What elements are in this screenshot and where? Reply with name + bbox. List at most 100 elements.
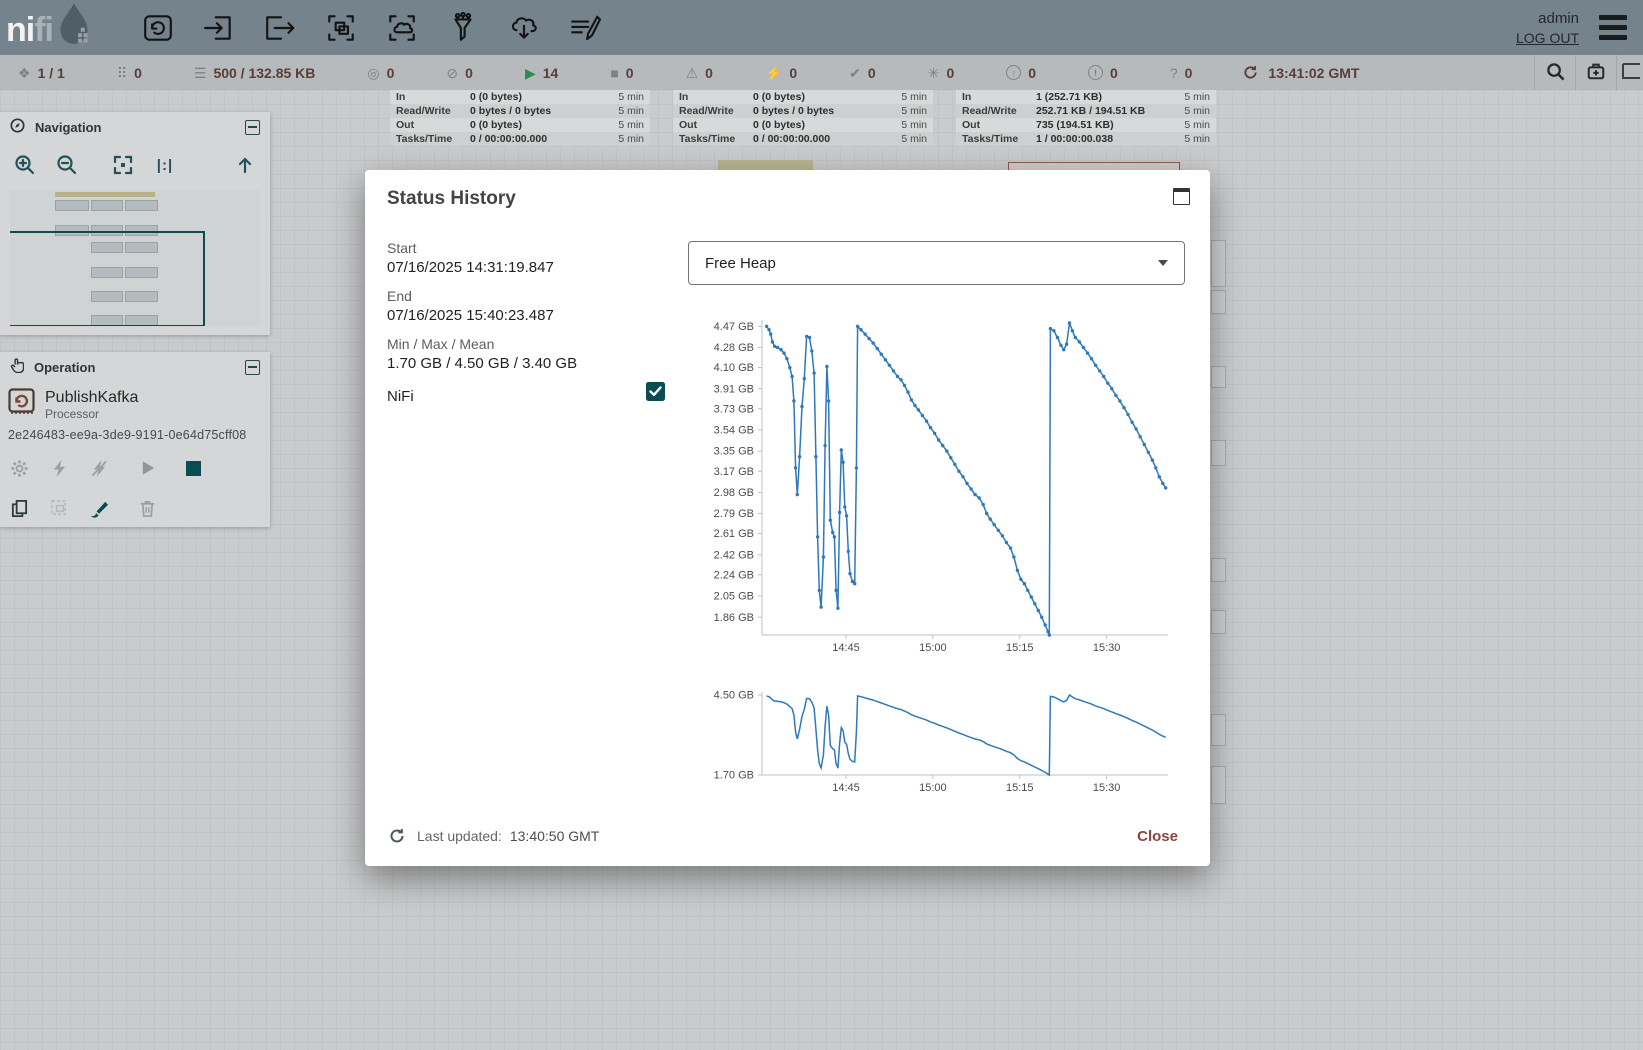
data-point: [921, 414, 924, 417]
status-history-details: Start 07/16/2025 14:31:19.847 End 07/16/…: [387, 240, 677, 405]
data-point: [840, 448, 843, 451]
y-tick-label: 2.05 GB: [714, 591, 754, 603]
data-point: [1164, 486, 1167, 489]
delete-trash-icon[interactable]: [136, 498, 158, 518]
status-history-brush-chart[interactable]: 4.50 GB1.70 GB14:4515:0015:1515:30: [690, 682, 1175, 804]
x-tick-label: 15:30: [1093, 642, 1121, 654]
sync-failure-icon: ?: [1170, 66, 1178, 80]
input-port-icon[interactable]: [202, 11, 236, 45]
stat-row: In1 (252.71 KB)5 min: [956, 90, 1216, 104]
data-point: [941, 444, 944, 447]
refresh-icon[interactable]: [1240, 63, 1260, 83]
series-nifi-checkbox[interactable]: [646, 382, 665, 401]
data-point: [985, 512, 988, 515]
data-point: [805, 335, 808, 338]
data-point: [1030, 595, 1033, 598]
collapse-navigation-icon[interactable]: [245, 120, 260, 135]
processor-icon[interactable]: [141, 11, 175, 45]
zoom-fit-icon[interactable]: [110, 152, 136, 178]
configure-gear-icon[interactable]: [8, 458, 30, 478]
y-tick-label: 4.47 GB: [714, 321, 754, 333]
data-point: [833, 535, 836, 538]
data-point: [997, 529, 1000, 532]
flow-analysis-button[interactable]: [1575, 55, 1616, 90]
stat-row: In0 (0 bytes)5 min: [673, 90, 933, 104]
zoom-actual-icon[interactable]: |:|: [152, 152, 178, 178]
settings-button[interactable]: [1616, 55, 1643, 90]
logout-link[interactable]: LOG OUT: [1516, 30, 1579, 46]
app-header: nifi admin LOG OUT: [0, 0, 1643, 55]
data-point: [933, 432, 936, 435]
zoom-out-icon[interactable]: [54, 152, 80, 178]
data-point: [776, 346, 779, 349]
stat-row: Read/Write0 bytes / 0 bytes5 min: [390, 104, 650, 118]
zoom-in-icon[interactable]: [12, 152, 38, 178]
process-group-icon[interactable]: [324, 11, 358, 45]
data-point: [965, 482, 968, 485]
data-point: [925, 419, 928, 422]
template-icon[interactable]: [507, 11, 541, 45]
collapse-operation-icon[interactable]: [245, 360, 260, 375]
canvas-edge-component: [1211, 610, 1226, 634]
locally-modified-stale-icon: !: [1088, 65, 1103, 80]
hand-pointer-icon: [10, 358, 24, 376]
data-point: [1151, 458, 1154, 461]
data-point: [913, 404, 916, 407]
start-play-icon[interactable]: [136, 458, 158, 478]
go-to-parent-icon[interactable]: [232, 152, 258, 178]
last-refreshed-time: 13:41:02 GMT: [1268, 65, 1359, 81]
label-icon[interactable]: [568, 11, 602, 45]
data-point: [1154, 466, 1157, 469]
stop-square-icon[interactable]: [182, 458, 204, 478]
copy-icon[interactable]: [8, 498, 30, 518]
y-tick-label: 2.42 GB: [714, 549, 754, 561]
data-point: [1071, 329, 1074, 332]
data-point: [1005, 541, 1008, 544]
data-point: [993, 523, 996, 526]
running-count: 14: [543, 65, 559, 81]
search-button[interactable]: [1534, 55, 1575, 90]
transmitting-icon: ◎: [367, 66, 379, 80]
data-point: [1094, 364, 1097, 367]
data-point: [848, 572, 851, 575]
selected-component-id: 2e246483-ee9a-3de9-9191-0e64d75cff08: [8, 428, 262, 442]
data-point: [831, 531, 834, 534]
enable-lightning-icon[interactable]: [48, 458, 70, 478]
remote-process-group-icon[interactable]: [385, 11, 419, 45]
x-tick-label: 15:15: [1006, 642, 1034, 654]
status-item-transmitting: ◎0: [367, 65, 394, 81]
data-point: [1098, 369, 1101, 372]
funnel-icon[interactable]: [446, 11, 480, 45]
stat-row: Out0 (0 bytes)5 min: [673, 118, 933, 132]
data-point: [863, 332, 866, 335]
global-menu-icon[interactable]: [1597, 11, 1629, 44]
data-point: [1122, 406, 1125, 409]
data-point: [945, 449, 948, 452]
selected-component-type: Processor: [45, 407, 138, 422]
color-brush-icon[interactable]: [88, 498, 110, 518]
close-button[interactable]: Close: [1127, 822, 1188, 851]
data-point: [767, 328, 770, 331]
queued-icon: ☰: [194, 66, 207, 80]
data-point: [823, 444, 826, 447]
operation-panel-title: Operation: [34, 360, 95, 375]
metric-select[interactable]: Free Heap: [688, 241, 1185, 285]
output-port-icon[interactable]: [263, 11, 297, 45]
stat-row: Out735 (194.51 KB)5 min: [956, 118, 1216, 132]
data-point: [788, 366, 791, 369]
data-point: [978, 496, 981, 499]
minimap-viewport[interactable]: [10, 231, 205, 326]
data-point: [929, 426, 932, 429]
group-selection-icon[interactable]: [48, 498, 70, 518]
disable-lightning-icon[interactable]: [88, 458, 110, 478]
navigation-panel: Navigation |:|: [0, 112, 270, 335]
data-point: [818, 589, 821, 592]
data-point: [1065, 343, 1068, 346]
data-point: [803, 377, 806, 380]
data-point: [1090, 357, 1093, 360]
refresh-icon[interactable]: [387, 826, 407, 846]
data-point: [1106, 382, 1109, 385]
birdseye-minimap[interactable]: [10, 190, 260, 326]
data-point: [819, 605, 822, 608]
popout-window-icon[interactable]: [1173, 188, 1190, 205]
